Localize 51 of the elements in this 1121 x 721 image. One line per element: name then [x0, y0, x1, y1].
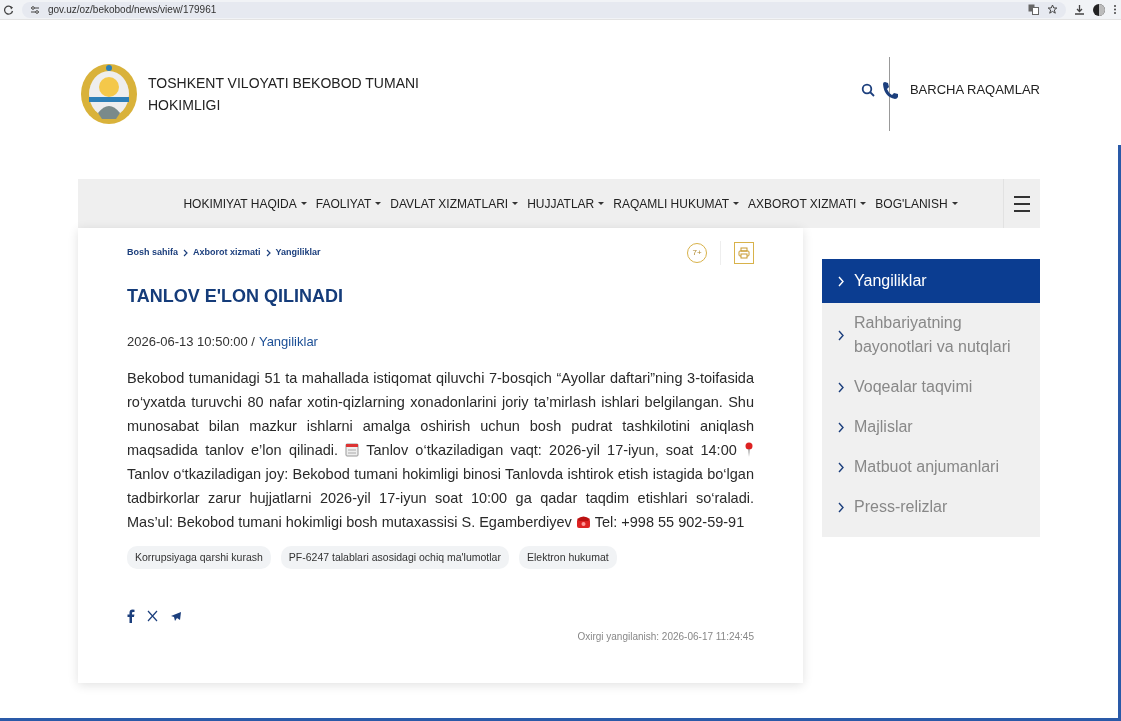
telegram-icon[interactable] — [170, 610, 182, 622]
tag-chip[interactable]: Korrupsiyaga qarshi kurash — [127, 545, 271, 570]
site-settings-icon[interactable] — [30, 4, 40, 15]
breadcrumb-link[interactable]: Yangiliklar — [275, 246, 321, 260]
all-numbers-link[interactable]: BARCHA RAQAMLAR — [909, 80, 1040, 100]
translate-icon[interactable] — [1028, 4, 1039, 15]
category-link[interactable]: Yangiliklar — [258, 332, 318, 352]
chevron-icon — [838, 461, 844, 473]
breadcrumb-link[interactable]: Bosh sahifa — [127, 246, 178, 260]
chevron-icon — [265, 249, 271, 257]
phone-icon — [881, 81, 898, 99]
chevron-icon — [838, 275, 844, 287]
chevron-icon — [838, 329, 844, 341]
star-icon[interactable] — [1047, 4, 1058, 15]
chevron-icon — [838, 381, 844, 393]
nav-link[interactable]: AXBOROT XIZMATI — [748, 194, 857, 213]
caret-icon — [300, 202, 307, 205]
nav-link[interactable]: FAOLIYAT — [315, 194, 372, 213]
more-menu-icon[interactable] — [1113, 4, 1117, 15]
chevron-icon — [838, 501, 844, 513]
sidebar-item[interactable]: Yangiliklar — [822, 259, 1040, 303]
caret-icon — [375, 202, 382, 205]
caret-icon — [860, 202, 867, 205]
address-bar-url[interactable]: gov.uz/oz/bekobod/news/view/179961 — [48, 2, 217, 17]
publish-date: 2026-06-13 10:50:00 / — [127, 333, 255, 351]
facebook-icon[interactable] — [127, 609, 135, 624]
download-icon[interactable] — [1074, 4, 1085, 15]
tag-chip[interactable]: PF-6247 talablari asosidagi ochiq ma'lumotlar — [280, 545, 509, 570]
calendar-icon — [345, 441, 360, 457]
printer-icon — [738, 247, 750, 259]
caret-icon — [951, 202, 958, 205]
x-icon[interactable] — [147, 610, 158, 623]
reload-icon[interactable] — [4, 4, 14, 15]
search-icon[interactable] — [860, 83, 875, 97]
tag-chip[interactable]: Elektron hukumat — [518, 545, 617, 570]
caret-icon — [733, 202, 740, 205]
article-paragraph: Bekobod tumanidagi 51 ta mahallada istiqomat qiluvchi 7-bosqich “Ayollar daftari”ning 3-toifasida ro‘yxatda turuvchi 80 nafar xotin-qizlarning xonadonlarini joriy ta’mirlash ishlari belgilangan. Shu munosabat bilan mazkur ishlarni amalga oshirish uchun bosh pudrat tashkilotini aniqlash maqsadida tanlov e’lon qilinadi. Tanlov o‘tkaziladigan vaqt: 2026-yil 17-iyun, soat 14:00 Tanlov o‘tkaziladigan joy: Bekobod tumani hokimligi binosi Tanlovda ishtirok etish istagida bo‘lgan tadbirkorlar zarur hujjatlarni 2026-yil 17-iyun soat 10:00 ga qadar taqdim etishlari so‘raladi. Mas’ul: Bekobod tumani hokimligi bosh mutaxassisi S. Egamberdiyev Tel: +998 55 902-59-91 — [127, 368, 754, 532]
nav-link[interactable]: HOKIMIYAT HAQIDA — [183, 194, 297, 213]
caret-icon — [598, 202, 605, 205]
emblem-logo[interactable] — [78, 63, 140, 125]
nav-link[interactable]: RAQAMLI HUKUMAT — [613, 194, 730, 213]
nav-link[interactable]: BOG'LANISH — [875, 194, 948, 213]
chevron-icon — [183, 249, 188, 257]
last-updated-text: Oxirgi yangilanish: 2026-06-17 11:24:45 — [577, 630, 754, 645]
nav-link[interactable]: DAVLAT XIZMATLARI — [390, 194, 509, 213]
article-title: TANLOV E'LON QILINADI — [127, 285, 344, 308]
breadcrumb-link[interactable]: Axborot xizmati — [193, 246, 261, 260]
nav-link[interactable]: HUJJATLAR — [527, 194, 595, 213]
site-title[interactable]: TOSHKENT VILOYATI BEKOBOD TUMANI HOKIMLIGI — [148, 72, 448, 116]
chevron-icon — [838, 421, 844, 433]
caret-icon — [512, 202, 519, 205]
